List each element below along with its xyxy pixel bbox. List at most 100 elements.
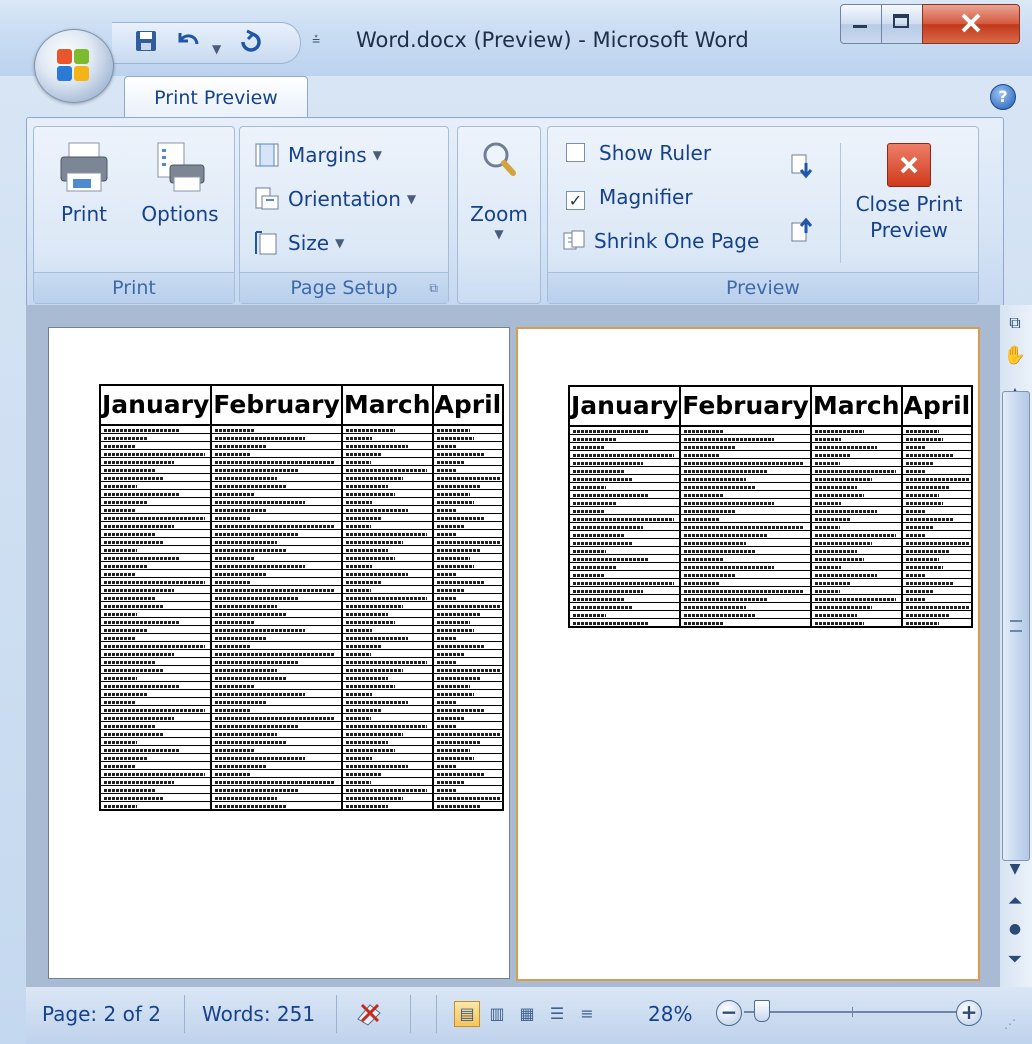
page-1[interactable]: January February March April bbox=[48, 327, 510, 979]
resize-grip-icon[interactable]: ⋰ bbox=[1004, 1017, 1016, 1031]
table-row bbox=[98, 657, 505, 666]
table-cell bbox=[98, 801, 213, 811]
help-icon[interactable]: ? bbox=[990, 84, 1016, 110]
table-cell bbox=[210, 641, 343, 650]
draft-view-icon[interactable]: ≡ bbox=[574, 1001, 600, 1027]
zoom-slider-thumb[interactable] bbox=[754, 1000, 770, 1022]
page-2[interactable]: January February March April bbox=[516, 327, 980, 981]
magnifier-check[interactable]: ✓ bbox=[566, 191, 585, 210]
table-row bbox=[98, 521, 505, 530]
table-cell bbox=[98, 617, 213, 626]
table-cell bbox=[98, 521, 213, 530]
magnifier-checkbox[interactable]: ✓ Magnifier bbox=[566, 183, 693, 211]
table-cell bbox=[567, 506, 682, 515]
print-button[interactable]: Print bbox=[42, 139, 126, 227]
undo-dropdown-icon[interactable]: ▼ bbox=[212, 35, 221, 63]
print-options-icon bbox=[157, 142, 205, 192]
previous-page-icon bbox=[791, 217, 813, 242]
table-cell bbox=[431, 465, 505, 474]
scroll-thumb[interactable] bbox=[1002, 391, 1030, 861]
next-page-scroll-icon[interactable]: ⏷ bbox=[1003, 949, 1027, 969]
shrink-one-page-button[interactable]: Shrink One Page bbox=[562, 227, 759, 255]
table-cell bbox=[431, 665, 505, 674]
vertical-scrollbar[interactable]: ⧉ ✋ ▲ ▼ ⏶ ● ⏷ bbox=[1000, 305, 1032, 987]
zoom-dropdown-icon: ▼ bbox=[494, 227, 504, 241]
table-cell bbox=[900, 434, 974, 443]
table-cell bbox=[340, 433, 434, 442]
group-zoom: Zoom ▼ bbox=[457, 126, 541, 304]
table-cell bbox=[340, 697, 434, 706]
table-cell bbox=[340, 633, 434, 642]
office-button[interactable] bbox=[34, 29, 114, 103]
page-count-status[interactable]: Page: 2 of 2 bbox=[42, 997, 161, 1031]
undo-icon[interactable] bbox=[174, 29, 202, 59]
table-row bbox=[98, 753, 505, 762]
margins-label: Margins bbox=[288, 143, 367, 167]
dialog-launcher-icon[interactable]: ⧉ bbox=[429, 273, 438, 303]
show-ruler-label: Show Ruler bbox=[599, 141, 712, 165]
minimize-button[interactable] bbox=[840, 4, 882, 44]
table-cell bbox=[431, 473, 505, 482]
save-icon[interactable] bbox=[134, 29, 158, 59]
table-cell bbox=[98, 585, 213, 594]
table-cell bbox=[210, 521, 343, 530]
zoom-level[interactable]: 28% bbox=[648, 997, 692, 1031]
table-cell bbox=[210, 785, 343, 794]
table-cell bbox=[210, 465, 343, 474]
table-cell bbox=[567, 586, 682, 595]
next-page-icon bbox=[791, 154, 813, 179]
table-cell bbox=[431, 641, 505, 650]
close-window-button[interactable] bbox=[922, 4, 1020, 44]
tab-print-preview[interactable]: Print Preview bbox=[124, 76, 308, 119]
proofing-icon[interactable] bbox=[354, 997, 386, 1033]
browse-object-icon[interactable]: ● bbox=[1003, 921, 1027, 937]
table-cell bbox=[210, 537, 343, 546]
word-count-status[interactable]: Words: 251 bbox=[202, 997, 315, 1031]
table-cell bbox=[679, 466, 812, 475]
preview-area[interactable]: January February March April January Februar… bbox=[26, 305, 1000, 987]
ruler-toggle-icon[interactable]: ⧉ bbox=[1003, 313, 1027, 333]
table-cell bbox=[98, 481, 213, 490]
scroll-down-button[interactable]: ▼ bbox=[1003, 861, 1027, 877]
zoom-in-button[interactable]: + bbox=[956, 1000, 982, 1026]
table-row bbox=[98, 601, 505, 610]
maximize-button[interactable] bbox=[881, 4, 923, 44]
table-cell bbox=[210, 481, 343, 490]
next-page-button[interactable] bbox=[790, 153, 814, 183]
status-separator bbox=[410, 995, 411, 1033]
zoom-slider-track[interactable] bbox=[744, 1000, 964, 1022]
table-cell bbox=[809, 450, 903, 459]
print-layout-view-icon[interactable]: ▤ bbox=[454, 1001, 480, 1027]
table-row bbox=[98, 449, 505, 458]
table-row bbox=[567, 482, 974, 491]
margins-button[interactable]: Margins ▼ bbox=[254, 141, 382, 169]
table-row bbox=[98, 721, 505, 730]
previous-page-scroll-icon[interactable]: ⏶ bbox=[1003, 891, 1027, 911]
table-cell bbox=[98, 425, 213, 434]
table-row bbox=[567, 474, 974, 483]
table-cell bbox=[567, 498, 682, 507]
zoom-button[interactable]: Zoom ▼ bbox=[458, 137, 540, 241]
orientation-icon bbox=[255, 187, 279, 210]
table-cell bbox=[679, 538, 812, 547]
size-button[interactable]: Size ▼ bbox=[254, 229, 344, 257]
table-row bbox=[567, 594, 974, 603]
redo-icon[interactable] bbox=[238, 29, 264, 61]
zoom-out-button[interactable]: − bbox=[716, 1000, 742, 1026]
customize-qat-icon[interactable]: ⩮ bbox=[312, 32, 320, 48]
show-ruler-check[interactable] bbox=[566, 143, 585, 162]
table-cell bbox=[98, 601, 213, 610]
web-layout-icon[interactable]: ▦ bbox=[514, 1001, 540, 1027]
table-cell bbox=[679, 522, 812, 531]
options-button[interactable]: Options bbox=[132, 139, 228, 227]
table-row bbox=[98, 433, 505, 442]
table-cell bbox=[210, 473, 343, 482]
outline-view-icon[interactable]: ☰ bbox=[544, 1001, 570, 1027]
table-header-row: January February March April bbox=[567, 385, 974, 427]
close-print-preview-button[interactable]: Close Print Preview bbox=[844, 139, 974, 243]
show-ruler-checkbox[interactable]: Show Ruler bbox=[566, 139, 711, 167]
orientation-button[interactable]: Orientation ▼ bbox=[254, 185, 416, 213]
full-screen-reading-icon[interactable]: ▥ bbox=[484, 1001, 510, 1027]
previous-page-button[interactable] bbox=[790, 217, 814, 247]
table-cell bbox=[340, 777, 434, 786]
